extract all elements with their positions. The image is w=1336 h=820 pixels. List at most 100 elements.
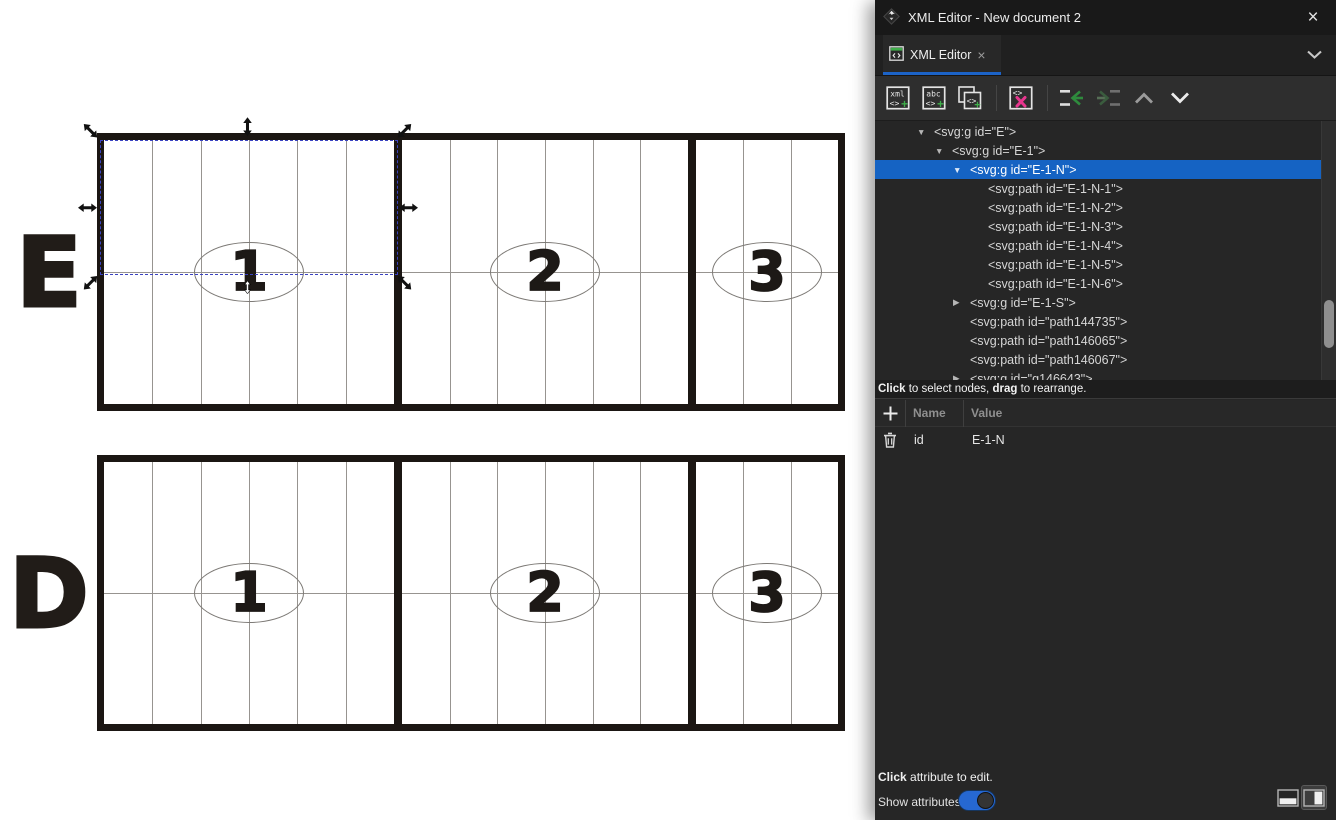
scale-handle-w[interactable]	[78, 203, 97, 213]
add-attribute-button[interactable]	[875, 400, 905, 427]
drawing-cell[interactable]: 2	[402, 140, 688, 404]
tree-node[interactable]: <svg:path id="E-1-N-3">	[875, 217, 1336, 236]
tree-node[interactable]: <svg:path id="E-1-N-1">	[875, 179, 1336, 198]
cell-number-text: 2	[526, 566, 564, 620]
tree-node[interactable]: <svg:path id="E-1-N-4">	[875, 236, 1336, 255]
selection-bbox	[100, 140, 398, 275]
inkscape-logo-icon	[883, 8, 900, 28]
move-node-down-button[interactable]	[1164, 82, 1196, 114]
panel-footer: Click attribute to edit. Show attributes	[875, 763, 1336, 820]
layout-vertical-split-button[interactable]	[1302, 786, 1326, 809]
row-label-text[interactable]: E	[8, 225, 88, 321]
tree-node-text: <svg:path id="E-1-N-5">	[988, 258, 1123, 272]
tree-node-text: <svg:g id="g146643">	[970, 372, 1093, 381]
number-ellipse[interactable]: 1	[194, 563, 304, 623]
tree-node-text: <svg:path id="E-1-N-1">	[988, 182, 1123, 196]
number-ellipse[interactable]: 3	[712, 563, 822, 623]
active-tab-indicator	[883, 72, 1001, 75]
attr-value-header: Value	[964, 406, 1002, 420]
expander-closed-icon[interactable]: ▶	[953, 373, 970, 380]
cell-number-text: 3	[748, 245, 786, 299]
cell-number-text: 3	[748, 566, 786, 620]
expander-open-icon[interactable]: ▼	[917, 127, 934, 137]
indent-node-button[interactable]	[1092, 82, 1124, 114]
scale-handle-e[interactable]	[399, 203, 418, 213]
drawing-row: 1 2 3	[97, 455, 845, 731]
unindent-node-button[interactable]	[1056, 82, 1088, 114]
attribute-row[interactable]: idE-1-N	[875, 427, 1336, 453]
number-ellipse[interactable]: 2	[490, 563, 600, 623]
delete-node-button[interactable]: <>	[1005, 82, 1037, 114]
cell-number-text: 1	[230, 566, 268, 620]
tree-node[interactable]: ▶<svg:g id="g146643">	[875, 369, 1336, 380]
delete-attribute-icon[interactable]	[875, 427, 905, 453]
attribute-name[interactable]: id	[906, 433, 964, 447]
cell-divider	[394, 462, 402, 724]
tree-node[interactable]: <svg:path id="path146067">	[875, 350, 1336, 369]
expander-open-icon[interactable]: ▼	[935, 146, 952, 156]
drawing-cell[interactable]: 3	[696, 140, 838, 404]
cell-number-text: 2	[526, 245, 564, 299]
tab-xml-editor[interactable]: XML Editor ×	[883, 35, 1001, 75]
cell-divider	[688, 462, 696, 724]
svg-text:<>: <>	[926, 99, 936, 108]
drawing-cell[interactable]: 2	[402, 462, 688, 724]
tree-node[interactable]: ▼<svg:g id="E">	[875, 122, 1336, 141]
tab-close-icon[interactable]: ×	[977, 48, 985, 62]
drawing-canvas[interactable]: E123D123	[0, 0, 875, 820]
number-ellipse[interactable]: 3	[712, 242, 822, 302]
toggle-knob	[977, 792, 994, 809]
duplicate-node-button[interactable]: <>+	[954, 82, 986, 114]
tree-node[interactable]: <svg:path id="path146065">	[875, 331, 1336, 350]
close-dialog-button[interactable]: ×	[1298, 5, 1328, 31]
tree-node-text: <svg:path id="E-1-N-4">	[988, 239, 1123, 253]
tree-node-text: <svg:g id="E-1-S">	[970, 296, 1076, 310]
drawing-cell[interactable]: 1	[104, 462, 394, 724]
tree-node[interactable]: <svg:path id="E-1-N-6">	[875, 274, 1336, 293]
attribute-hint-text: Click attribute to edit.	[878, 770, 993, 784]
row-label-text[interactable]: D	[8, 546, 88, 642]
tree-node-text: <svg:path id="path144735">	[970, 315, 1127, 329]
expander-open-icon[interactable]: ▼	[953, 165, 970, 175]
scale-handle-n[interactable]	[242, 118, 252, 137]
move-node-up-button[interactable]	[1128, 82, 1160, 114]
tree-node-text: <svg:g id="E">	[934, 125, 1016, 139]
xml-editor-dialog: XML Editor - New document 2 × XML Editor…	[875, 0, 1336, 820]
tree-hint-text: Click to select nodes, drag to rearrange…	[875, 380, 1336, 399]
tree-node-text: <svg:g id="E-1">	[952, 144, 1045, 158]
tree-node[interactable]: <svg:path id="path144735">	[875, 312, 1336, 331]
show-attributes-toggle[interactable]	[958, 790, 996, 811]
xml-node-tree: ▶<svg:g id="g146643"><svg:path id="path1…	[875, 121, 1336, 380]
layout-horizontal-split-button[interactable]	[1276, 786, 1300, 809]
tree-node-text: <svg:path id="E-1-N-6">	[988, 277, 1123, 291]
new-element-node-button[interactable]: xml<>+	[882, 82, 914, 114]
tree-scrollbar-thumb[interactable]	[1324, 300, 1334, 348]
tree-node-text: <svg:g id="E-1-N">	[970, 163, 1077, 177]
tree-scrollbar-track[interactable]	[1321, 121, 1336, 380]
tree-node-text: <svg:path id="E-1-N-3">	[988, 220, 1123, 234]
svg-text:+: +	[974, 100, 980, 112]
tree-node[interactable]: <svg:path id="E-1-N-2">	[875, 198, 1336, 217]
dialog-tabbar: XML Editor ×	[875, 35, 1336, 76]
new-text-node-button[interactable]: abc<>+	[918, 82, 950, 114]
tree-node-text: <svg:path id="E-1-N-2">	[988, 201, 1123, 215]
dialog-titlebar[interactable]: XML Editor - New document 2 ×	[875, 0, 1336, 35]
attr-name-header: Name	[906, 406, 963, 420]
inkscape-window: E123D123 XML Editor - New document 2 × X…	[0, 0, 1336, 820]
svg-text:+: +	[901, 97, 908, 111]
scale-handle-s[interactable]	[244, 281, 251, 294]
tree-node-selected[interactable]: ▼<svg:g id="E-1-N">	[875, 160, 1336, 179]
tree-node[interactable]: ▼<svg:g id="E-1">	[875, 141, 1336, 160]
number-ellipse[interactable]: 2	[490, 242, 600, 302]
tree-node-text: <svg:path id="path146065">	[970, 334, 1127, 348]
drawing-cell[interactable]: 3	[696, 462, 838, 724]
tree-node-text: <svg:path id="path146067">	[970, 353, 1127, 367]
toolbar-separator	[1047, 85, 1048, 111]
expander-closed-icon[interactable]: ▶	[953, 297, 970, 308]
svg-text:+: +	[937, 97, 944, 111]
tree-node[interactable]: ▶<svg:g id="E-1-S">	[875, 293, 1336, 312]
attributes-header: Name Value	[875, 400, 1336, 427]
attribute-value[interactable]: E-1-N	[964, 433, 1005, 447]
tree-node[interactable]: <svg:path id="E-1-N-5">	[875, 255, 1336, 274]
panel-menu-chevron-icon[interactable]	[1300, 41, 1328, 69]
